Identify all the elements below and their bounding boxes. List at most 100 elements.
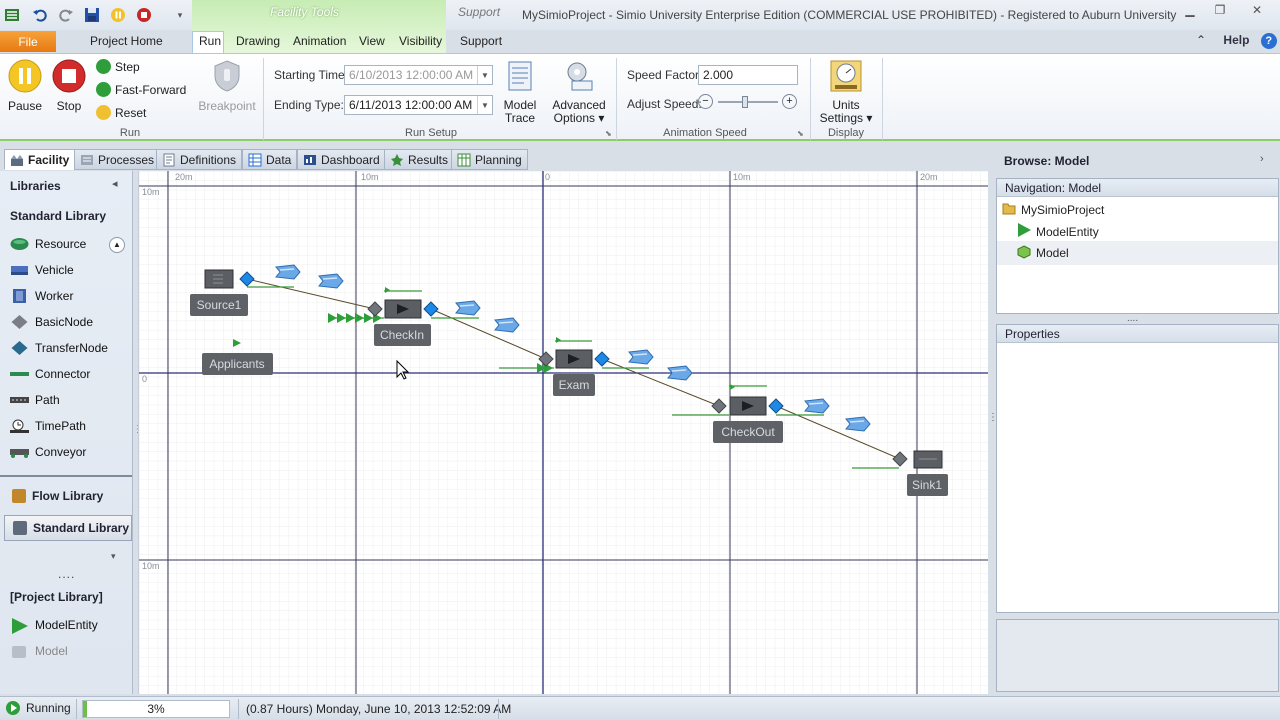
collapse-right-icon[interactable]: › [1260, 153, 1264, 165]
increase-speed-icon[interactable]: + [782, 94, 797, 109]
redo-icon[interactable] [56, 5, 76, 25]
library-item-conveyor[interactable]: Conveyor [10, 445, 86, 459]
fast-forward-button[interactable]: Fast-Forward [96, 82, 186, 97]
tab-view[interactable]: View [359, 34, 385, 48]
tree-item-project[interactable]: MySimioProject [1002, 201, 1104, 218]
checkin-server[interactable] [384, 299, 422, 319]
advanced-options-button[interactable]: Advanced Options ▾ [550, 59, 608, 125]
stop-quick-icon[interactable] [134, 5, 154, 25]
flow-library-button[interactable]: Flow Library [4, 483, 132, 509]
units-settings-button[interactable]: Units Settings ▾ [816, 59, 876, 125]
pause-quick-icon[interactable] [108, 5, 128, 25]
standard-library-heading: Standard Library [10, 209, 107, 223]
definitions-icon [162, 153, 176, 167]
speed-factor-field[interactable]: 2.000 [698, 65, 798, 85]
chevron-down-icon[interactable]: ▼ [477, 96, 492, 114]
tab-support[interactable]: Support [460, 34, 502, 48]
scroll-up-icon[interactable]: ▲ [109, 237, 125, 253]
file-tab[interactable]: File [0, 31, 56, 52]
slider-track [718, 101, 778, 103]
stop-button[interactable]: Stop [50, 59, 88, 113]
pause-button[interactable]: Pause [6, 59, 44, 113]
dialog-launcher-icon[interactable]: ⬊ [797, 129, 804, 138]
data-icon [248, 153, 262, 167]
chevron-down-icon[interactable]: ▼ [477, 66, 492, 84]
tab-planning[interactable]: Planning [451, 149, 528, 170]
moving-entity[interactable] [494, 317, 520, 333]
tab-animation[interactable]: Animation [293, 34, 346, 48]
tab-run[interactable]: Run [199, 34, 221, 48]
tab-results[interactable]: Results [384, 149, 455, 170]
library-item-basicnode[interactable]: BasicNode [10, 315, 93, 329]
source-object[interactable] [204, 269, 234, 289]
units-settings-label-2: Settings [819, 111, 863, 125]
moving-entity[interactable] [275, 264, 301, 280]
facility-drawing[interactable]: 20m 10m 0 10m 20m 10m 0 10m Source1 Appl… [139, 171, 988, 694]
tree-item-label: MySimioProject [1021, 202, 1105, 217]
library-item-label: BasicNode [35, 315, 94, 329]
checkout-server[interactable] [729, 396, 767, 416]
model-trace-button[interactable]: Model Trace [500, 59, 540, 125]
units-icon [830, 60, 862, 92]
moving-entity[interactable] [628, 349, 654, 365]
speed-slider[interactable]: − + [698, 94, 798, 110]
help-icon[interactable]: ? [1260, 33, 1277, 49]
tab-definitions[interactable]: Definitions [156, 149, 243, 170]
collapse-ribbon-icon[interactable]: ⌃ [1196, 33, 1206, 47]
sink-object[interactable] [913, 450, 943, 469]
library-item-worker[interactable]: Worker [10, 289, 73, 303]
library-item-path[interactable]: Path [10, 393, 60, 407]
step-button[interactable]: Step [96, 59, 140, 74]
maximize-button[interactable]: ❐ [1205, 0, 1235, 20]
tab-project-home[interactable]: Project Home [90, 34, 163, 48]
facility-canvas[interactable]: 20m 10m 0 10m 20m 10m 0 10m Source1 Appl… [138, 171, 988, 694]
tab-processes[interactable]: Processes [74, 149, 161, 170]
tab-dashboard[interactable]: Dashboard [297, 149, 386, 170]
standard-library-button[interactable]: Standard Library [4, 515, 132, 541]
close-button[interactable]: ✕ [1240, 0, 1274, 20]
ending-type-label: Ending Type: [274, 98, 344, 112]
breakpoint-button[interactable]: Breakpoint [198, 59, 256, 113]
reset-button[interactable]: Reset [96, 105, 146, 120]
project-item-modelentity[interactable]: ModelEntity [10, 618, 98, 634]
moving-entity[interactable] [667, 365, 693, 381]
reset-icon [96, 105, 111, 120]
collapse-left-icon[interactable]: ◂ [112, 177, 118, 190]
library-item-resource[interactable]: Resource [10, 237, 86, 251]
library-item-transfernode[interactable]: TransferNode [10, 341, 108, 355]
exam-server[interactable] [555, 349, 593, 369]
moving-entity[interactable] [455, 300, 481, 316]
contextual-group-title: Facility Tools [270, 5, 339, 19]
planning-icon [457, 153, 471, 167]
library-item-label: Resource [35, 237, 87, 251]
tree-item-model[interactable]: Model [997, 241, 1278, 265]
minimize-button[interactable]: ▁ [1175, 0, 1205, 20]
decrease-speed-icon[interactable]: − [698, 94, 713, 109]
tree-item-modelentity[interactable]: ModelEntity [1017, 223, 1099, 240]
tab-data[interactable]: Data [242, 149, 298, 170]
chevron-down-icon[interactable]: ▾ [111, 551, 116, 562]
save-icon[interactable] [82, 5, 102, 25]
splitter-grip[interactable]: .... [1127, 313, 1138, 324]
more-libraries-ellipsis[interactable]: .... [58, 567, 75, 581]
help-button[interactable]: Help [1223, 33, 1249, 47]
undo-icon[interactable] [30, 5, 50, 25]
library-item-timepath[interactable]: TimePath [10, 419, 86, 433]
tab-facility[interactable]: Facility [4, 149, 76, 170]
slider-thumb[interactable] [742, 96, 748, 108]
dialog-launcher-icon[interactable]: ⬊ [605, 129, 612, 138]
library-item-vehicle[interactable]: Vehicle [10, 263, 74, 277]
library-item-connector[interactable]: Connector [10, 367, 90, 381]
project-item-model[interactable]: Model [10, 644, 68, 658]
support-group-title: Support [458, 5, 501, 19]
simulation-time: (0.87 Hours) Monday, June 10, 2013 12:52… [246, 702, 512, 716]
tab-visibility[interactable]: Visibility [399, 34, 442, 48]
customize-qa-icon[interactable]: ▾ [170, 5, 190, 25]
moving-entity[interactable] [845, 416, 871, 432]
fast-forward-label: Fast-Forward [115, 82, 187, 97]
tab-drawing[interactable]: Drawing [236, 34, 280, 48]
moving-entity[interactable] [804, 398, 830, 414]
ending-type-field[interactable]: 6/11/2013 12:00:00 AM ▼ [344, 95, 493, 115]
starting-time-field[interactable]: 6/10/2013 12:00:00 AM ▼ [344, 65, 493, 85]
moving-entity[interactable] [318, 273, 344, 289]
